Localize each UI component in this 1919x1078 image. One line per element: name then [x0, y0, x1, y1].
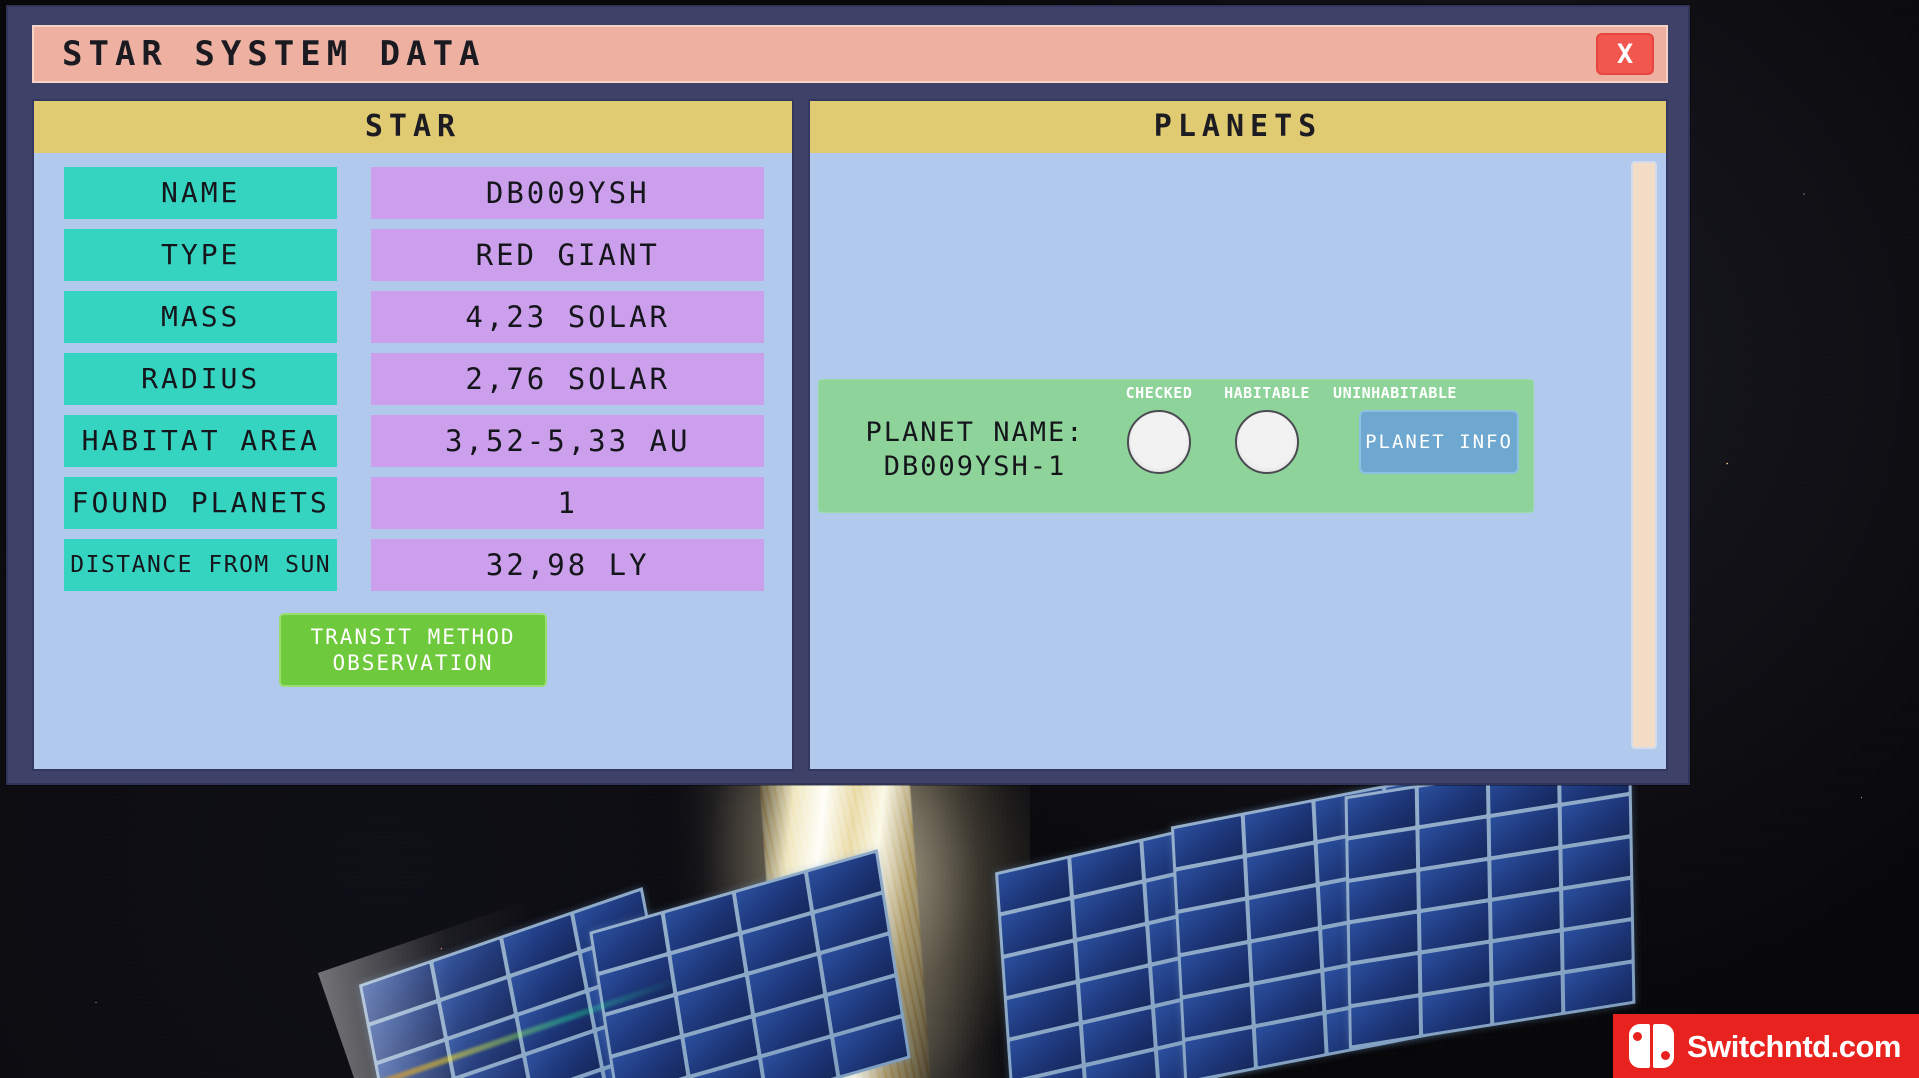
- planets-panel-header: PLANETS: [810, 101, 1666, 153]
- site-watermark: Switchntd.com: [1613, 1014, 1919, 1078]
- star-attr-label: MASS: [64, 291, 338, 343]
- table-row: NAME DB009YSH: [40, 167, 786, 219]
- star-attr-label: DISTANCE FROM SUN: [64, 539, 338, 591]
- planets-panel-title: PLANETS: [1153, 109, 1323, 144]
- planet-name-value: DB009YSH-1: [883, 450, 1067, 482]
- star-attr-label: NAME: [64, 167, 338, 219]
- screen-root: STAR SYSTEM DATA X STAR NAME DB009YSH TY…: [0, 0, 1919, 1078]
- star-attr-label: HABITAT AREA: [64, 415, 338, 467]
- window-titlebar: STAR SYSTEM DATA X: [32, 25, 1668, 83]
- star-attr-value: 1: [371, 477, 764, 529]
- table-row: DISTANCE FROM SUN 32,98 LY: [40, 539, 786, 591]
- table-row: TYPE RED GIANT: [40, 229, 786, 281]
- column-header-uninhabitable: UNINHABITABLE: [1333, 384, 1457, 402]
- checked-toggle[interactable]: [1127, 410, 1191, 474]
- transit-method-observation-button[interactable]: TRANSIT METHOD OBSERVATION: [279, 613, 547, 687]
- star-attr-label: RADIUS: [64, 353, 338, 405]
- planet-status-headers: CHECKED HABITABLE UNINHABITABLE: [1111, 386, 1463, 401]
- watermark-text: Switchntd.com: [1687, 1028, 1901, 1064]
- star-attr-value: 4,23 SOLAR: [371, 291, 764, 343]
- planets-scrollbar-thumb[interactable]: [1631, 161, 1657, 749]
- star-attribute-table: NAME DB009YSH TYPE RED GIANT MASS 4,23 S…: [34, 153, 792, 769]
- star-system-data-window: STAR SYSTEM DATA X STAR NAME DB009YSH TY…: [6, 5, 1690, 785]
- star-attr-value: 3,52-5,33 AU: [371, 415, 764, 467]
- habitable-toggle-wrap: [1215, 410, 1319, 474]
- star-panel-title: STAR: [364, 109, 462, 144]
- planets-panel: PLANETS PLANET NAME: DB009YSH-1 CHECKED …: [808, 99, 1668, 771]
- planets-list: PLANET NAME: DB009YSH-1 CHECKED HABITABL…: [810, 153, 1666, 769]
- table-row: FOUND PLANETS 1: [40, 477, 786, 529]
- joycon-right-icon: [1653, 1024, 1674, 1068]
- star-attr-value: RED GIANT: [371, 229, 764, 281]
- star-panel: STAR NAME DB009YSH TYPE RED GIANT MASS 4…: [32, 99, 794, 771]
- checked-toggle-wrap: [1111, 410, 1207, 474]
- list-item[interactable]: PLANET NAME: DB009YSH-1 CHECKED HABITABL…: [818, 379, 1534, 513]
- solar-panel-array: [1344, 751, 1636, 1049]
- planet-info-button[interactable]: PLANET INFO: [1359, 410, 1519, 474]
- table-row: HABITAT AREA 3,52-5,33 AU: [40, 415, 786, 467]
- nintendo-switch-logo-icon: [1629, 1024, 1675, 1068]
- panels-container: STAR NAME DB009YSH TYPE RED GIANT MASS 4…: [32, 99, 1668, 771]
- joycon-left-icon: [1629, 1024, 1650, 1068]
- habitable-toggle[interactable]: [1235, 410, 1299, 474]
- star-attr-value: DB009YSH: [371, 167, 764, 219]
- star-attr-label: TYPE: [64, 229, 338, 281]
- table-row: MASS 4,23 SOLAR: [40, 291, 786, 343]
- planets-scrollbar-track[interactable]: [1631, 161, 1657, 761]
- table-row: RADIUS 2,76 SOLAR: [40, 353, 786, 405]
- window-title: STAR SYSTEM DATA: [62, 34, 486, 74]
- column-header-habitable: HABITABLE: [1224, 384, 1310, 402]
- transit-button-line2: OBSERVATION: [332, 651, 494, 675]
- transit-button-line1: TRANSIT METHOD: [310, 624, 516, 649]
- star-attr-label: FOUND PLANETS: [64, 477, 338, 529]
- star-panel-footer: TRANSIT METHOD OBSERVATION: [40, 601, 786, 769]
- column-header-checked: CHECKED: [1125, 384, 1193, 402]
- star-attr-value: 32,98 LY: [371, 539, 764, 591]
- star-panel-header: STAR: [34, 101, 792, 153]
- planet-name-block: PLANET NAME: DB009YSH-1: [841, 416, 1109, 484]
- planet-name-label: PLANET NAME:: [865, 417, 1085, 448]
- close-icon[interactable]: X: [1596, 33, 1654, 75]
- star-attr-value: 2,76 SOLAR: [371, 353, 764, 405]
